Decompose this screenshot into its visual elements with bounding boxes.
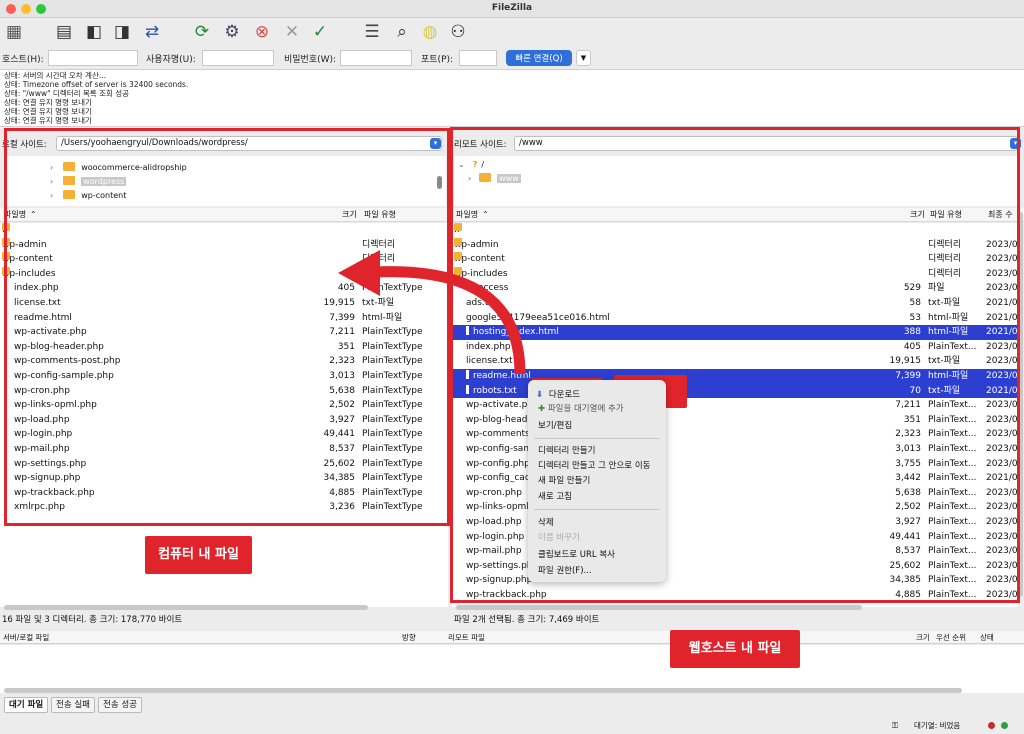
context-menu: ⬇ 다운로드 ✚ 파일을 대기열에 추가 보기/편집 디렉터리 만들기 디렉터리… [528, 380, 666, 582]
menu-item-mkdir-enter[interactable]: 디렉터리 만들고 그 안으로 이동 [538, 459, 650, 473]
annotation-arrows [338, 250, 614, 393]
menu-item-refresh[interactable]: 새로 고침 [538, 490, 572, 504]
menu-item-delete[interactable]: 삭제 [538, 516, 554, 530]
remote-files-label: 웹호스트 내 파일 [670, 630, 800, 668]
download-arrow-icon: ⬇ [536, 390, 544, 400]
menu-item-mkdir[interactable]: 디렉터리 만들기 [538, 444, 595, 458]
annotation-arrow [374, 266, 526, 375]
menu-item-view-edit[interactable]: 보기/편집 [538, 419, 572, 433]
menu-item-rename[interactable]: 이름 바꾸기 [538, 531, 580, 545]
menu-item-add-queue[interactable]: ✚ 파일을 대기열에 추가 [538, 402, 624, 416]
menu-separator [534, 509, 660, 510]
menu-item-new-file[interactable]: 새 파일 만들기 [538, 474, 590, 488]
add-queue-icon: ✚ [538, 404, 546, 414]
menu-item-copy-url[interactable]: 클립보드로 URL 복사 [538, 548, 615, 562]
menu-item-permissions[interactable]: 파일 권한(F)... [538, 564, 592, 578]
local-files-label: 컴퓨터 내 파일 [145, 536, 252, 574]
menu-item-download[interactable]: ⬇ 다운로드 [536, 388, 580, 402]
menu-separator [534, 438, 660, 439]
annotation-arrow-head [338, 250, 380, 296]
